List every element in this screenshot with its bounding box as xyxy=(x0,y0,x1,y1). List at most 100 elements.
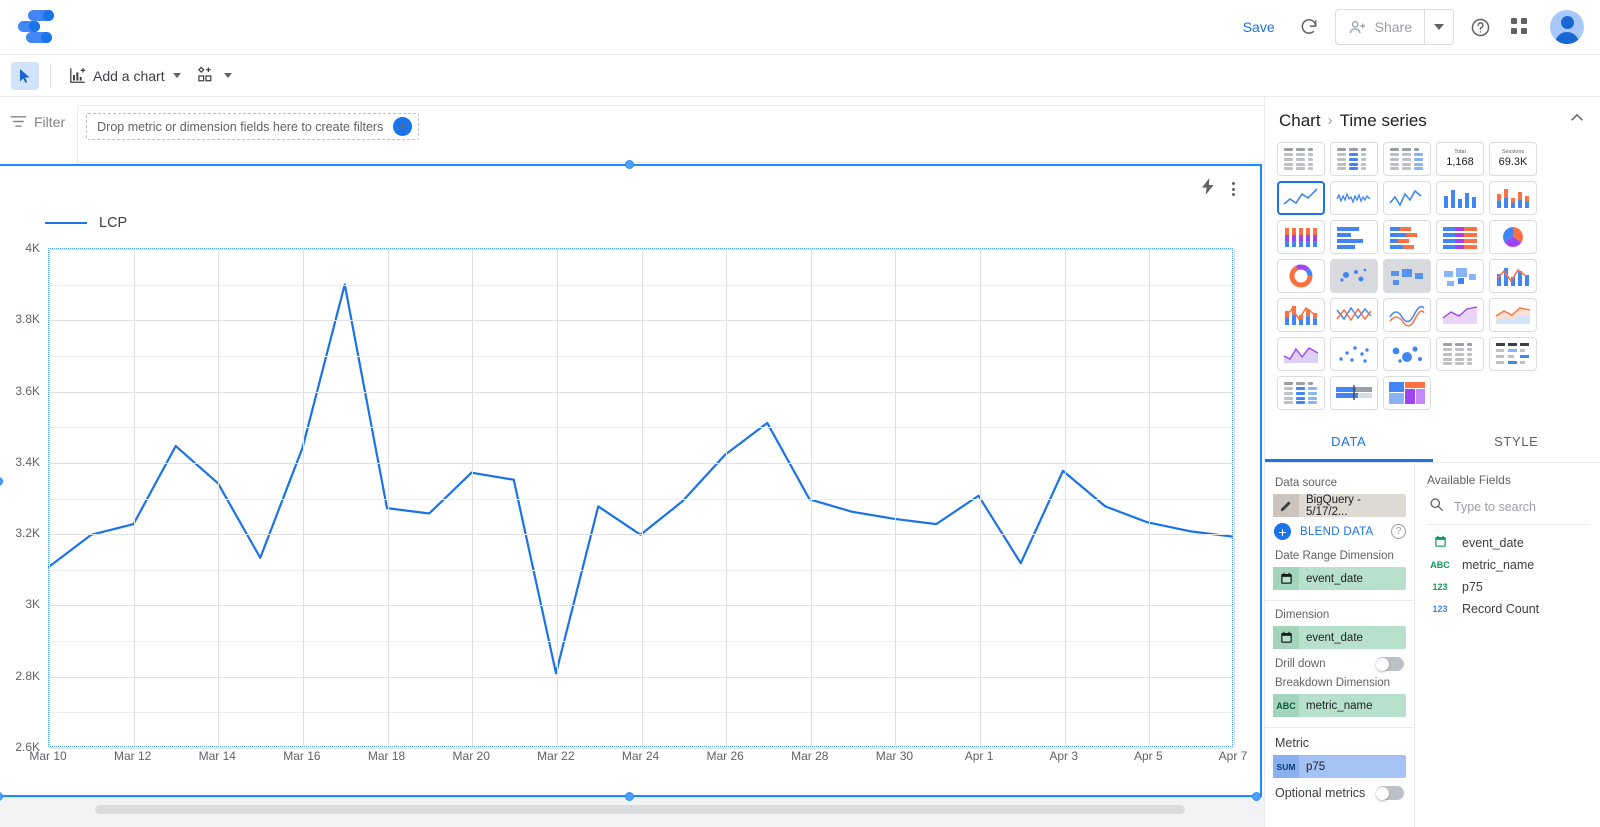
cursor-arrow-icon[interactable] xyxy=(11,61,39,90)
refresh-icon[interactable] xyxy=(1289,7,1329,47)
date-range-dimension-chip[interactable]: event_date xyxy=(1273,567,1406,590)
date-range-dimension-title: Date Range Dimension xyxy=(1275,550,1394,562)
chart-type-table-with-heatmap[interactable] xyxy=(1383,142,1431,176)
chart-type-smoothed-area-chart[interactable] xyxy=(1277,337,1325,371)
field-item-event-date[interactable]: event_date xyxy=(1427,531,1590,554)
chart-type-area-chart[interactable] xyxy=(1436,298,1484,332)
chart-type-donut-chart[interactable] xyxy=(1277,259,1325,293)
x-axis-tick-label: Mar 18 xyxy=(367,749,406,763)
chart-type-bullet-chart[interactable] xyxy=(1330,376,1378,410)
chart-type-treemap[interactable] xyxy=(1383,376,1431,410)
add-a-control-button[interactable] xyxy=(190,61,239,90)
more-vertical-icon[interactable] xyxy=(1229,179,1238,199)
y-gridline xyxy=(49,391,1232,393)
date-range-dimension-value: event_date xyxy=(1306,572,1363,585)
resize-handle-bottom[interactable] xyxy=(625,792,634,801)
resize-handle-bottom-right[interactable] xyxy=(1252,792,1261,801)
chart-type-100-stacked-bar-chart[interactable] xyxy=(1436,220,1484,254)
y-gridline xyxy=(49,462,1232,464)
y-gridline-minor xyxy=(49,498,1232,500)
breakdown-dimension-chip[interactable]: ABC metric_name xyxy=(1273,694,1406,717)
chart-type-combo-chart[interactable] xyxy=(1489,259,1537,293)
chart-type-geo-chart[interactable] xyxy=(1383,259,1431,293)
x-axis-tick-label: Apr 7 xyxy=(1218,749,1248,763)
chevron-up-icon[interactable] xyxy=(1568,109,1586,132)
chart-type-stacked-combo-chart[interactable] xyxy=(1277,298,1325,332)
chart-type-column-chart[interactable] xyxy=(1436,181,1484,215)
filter-dropzone[interactable]: Drop metric or dimension fields here to … xyxy=(86,113,420,140)
chart-type-scorecard-compact[interactable]: Sessions 69.3K xyxy=(1489,142,1537,176)
chart-type-scorecard[interactable]: Total 1,168 xyxy=(1436,142,1484,176)
y-gridline xyxy=(49,249,1232,250)
chart-type-stacked-column-chart[interactable] xyxy=(1489,181,1537,215)
tab-data[interactable]: DATA xyxy=(1265,422,1433,462)
edit-toolbar: Add a chart xyxy=(0,55,1600,97)
lightning-bolt-icon[interactable] xyxy=(1201,178,1215,200)
metric-chip[interactable]: SUM p75 xyxy=(1273,755,1406,778)
looker-studio-logo[interactable] xyxy=(18,10,54,44)
field-item-p75[interactable]: 123 p75 xyxy=(1427,576,1590,598)
drill-down-row: Drill down xyxy=(1275,657,1404,671)
y-axis-tick-label: 3.8K xyxy=(15,312,40,327)
x-axis-tick-label: Mar 26 xyxy=(706,749,744,763)
x-axis-tick-label: Mar 12 xyxy=(113,749,152,763)
chart-type-table[interactable] xyxy=(1277,142,1325,176)
help-circle-icon[interactable] xyxy=(1460,7,1500,47)
data-properties: Data source BigQuery - 5/17/2... + BLEND… xyxy=(1265,463,1415,827)
x-axis: Mar 10 Mar 12 Mar 14 Mar 16 Mar 18 Mar 20 Mar … xyxy=(0,749,1262,779)
breadcrumb-root[interactable]: Chart xyxy=(1279,111,1321,131)
blend-data-button[interactable]: + BLEND DATA ? xyxy=(1274,523,1406,540)
add-filter-button[interactable]: + xyxy=(393,117,413,136)
chart-type-table-with-bars[interactable] xyxy=(1330,142,1378,176)
share-dropdown-button[interactable] xyxy=(1425,24,1453,30)
optional-metrics-toggle[interactable] xyxy=(1376,786,1404,800)
chart-type-bubble-chart[interactable] xyxy=(1383,337,1431,371)
help-circle-icon[interactable]: ? xyxy=(1391,524,1406,539)
y-gridline xyxy=(49,534,1232,536)
user-avatar[interactable] xyxy=(1550,10,1584,44)
dimension-chip[interactable]: event_date xyxy=(1273,626,1406,649)
x-gridline xyxy=(133,249,135,746)
chart-type-smoothed-line-chart[interactable] xyxy=(1330,298,1378,332)
chart-type-line-chart[interactable] xyxy=(1383,181,1431,215)
x-axis-tick-label: Mar 24 xyxy=(621,749,660,763)
resize-handle-top[interactable] xyxy=(625,160,634,169)
save-button[interactable]: Save xyxy=(1229,11,1289,43)
chart-type-filled-map[interactable] xyxy=(1436,259,1484,293)
chart-type-time-series[interactable] xyxy=(1277,181,1325,215)
y-gridline-minor xyxy=(49,284,1232,286)
horizontal-scrollbar[interactable] xyxy=(95,805,1185,814)
filter-toggle[interactable]: Filter xyxy=(10,113,65,130)
tab-style[interactable]: STYLE xyxy=(1433,422,1600,462)
chart-type-bar-chart[interactable] xyxy=(1330,220,1378,254)
chart-type-scatter-chart[interactable] xyxy=(1330,337,1378,371)
drill-down-toggle[interactable] xyxy=(1376,657,1404,671)
chart-type-multi-line-chart[interactable] xyxy=(1383,298,1431,332)
data-source-chip[interactable]: BigQuery - 5/17/2... xyxy=(1273,493,1406,518)
chart-type-pivot-table-with-heatmap[interactable] xyxy=(1277,376,1325,410)
pencil-icon[interactable] xyxy=(1273,494,1299,517)
data-source-value: BigQuery - 5/17/2... xyxy=(1306,493,1361,518)
chart-action-bar xyxy=(1201,178,1238,200)
chart-type-sparkline-chart[interactable] xyxy=(1330,181,1378,215)
chart-type-100-stacked-column-chart[interactable] xyxy=(1277,220,1325,254)
chart-type-pivot-table[interactable] xyxy=(1436,337,1484,371)
field-search-input[interactable] xyxy=(1454,500,1584,514)
y-gridline-minor xyxy=(49,641,1232,643)
chart-type-stacked-area-chart[interactable] xyxy=(1489,298,1537,332)
time-series-chart[interactable]: 2.6K 2.8K 3K 3.2K 3.4K 3.6K 3.8K 4K Mar 10 Mar 1… xyxy=(0,166,1262,799)
chart-type-pivot-table-with-bars[interactable] xyxy=(1489,337,1537,371)
add-a-chart-label: Add a chart xyxy=(93,67,165,84)
field-item-record-count[interactable]: 123 Record Count xyxy=(1427,598,1590,620)
chart-type-google-maps-bubble[interactable] xyxy=(1330,259,1378,293)
chart-type-pie-chart[interactable] xyxy=(1489,220,1537,254)
field-item-label: Record Count xyxy=(1462,602,1540,616)
field-item-metric-name[interactable]: ABC metric_name xyxy=(1427,554,1590,576)
apps-grid-icon[interactable] xyxy=(1500,7,1540,47)
filter-dropzone-text: Drop metric or dimension fields here to … xyxy=(97,119,384,134)
report-canvas[interactable]: LCP 2.6K 2.8K 3K 3.2K 3.4K 3.6K 3.8K 4K Mar 10 M… xyxy=(0,160,1262,801)
add-a-chart-button[interactable]: Add a chart xyxy=(62,62,188,90)
chart-type-stacked-bar-chart[interactable] xyxy=(1383,220,1431,254)
share-button[interactable]: Share xyxy=(1336,10,1424,44)
available-fields-title: Available Fields xyxy=(1427,473,1511,487)
